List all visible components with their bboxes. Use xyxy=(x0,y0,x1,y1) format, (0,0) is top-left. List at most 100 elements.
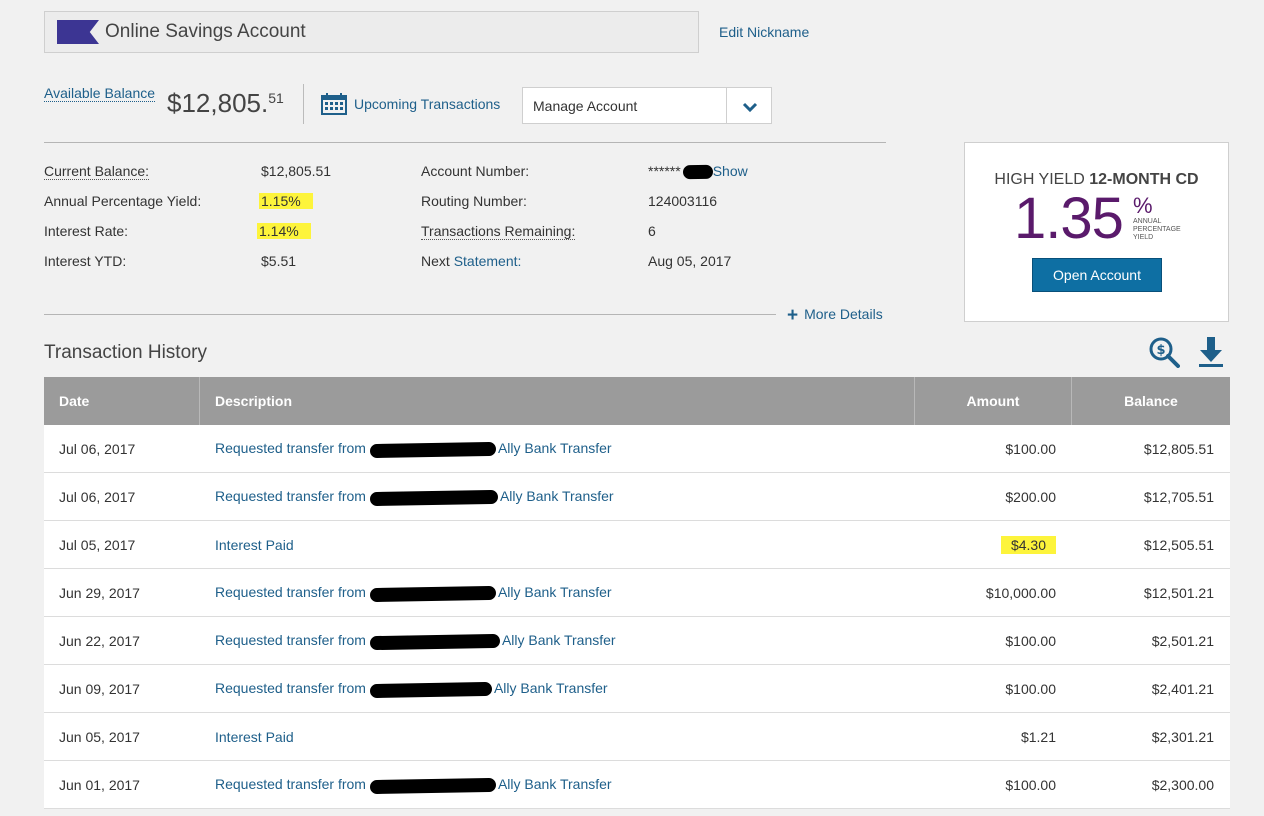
edit-nickname-link[interactable]: Edit Nickname xyxy=(719,24,809,40)
divider xyxy=(44,142,886,143)
column-description[interactable]: Description xyxy=(200,377,915,425)
available-balance-label[interactable]: Available Balance xyxy=(44,85,156,102)
table-row: Jun 05, 2017 Interest Paid $1.21 $2,301.… xyxy=(44,713,1230,761)
row-amount: $100.00 xyxy=(1005,632,1056,649)
promo-rate: 1.35 xyxy=(1014,186,1124,251)
chevron-down-icon xyxy=(742,102,758,113)
row-balance: $12,505.51 xyxy=(1143,536,1214,553)
row-description[interactable]: Requested transfer from Ally Bank Transfe… xyxy=(200,632,915,650)
routing-number-value: 124003116 xyxy=(648,193,718,209)
desc-part-a[interactable]: Requested transfer from xyxy=(215,680,366,696)
table-row: Jun 01, 2017 Requested transfer from Ally… xyxy=(44,761,1230,809)
transaction-history-title: Transaction History xyxy=(44,342,207,363)
desc-part-a[interactable]: Requested transfer from xyxy=(215,488,366,504)
row-balance: $2,501.21 xyxy=(1151,632,1214,649)
flag-icon xyxy=(57,20,99,44)
desc-part-b[interactable]: Ally Bank Transfer xyxy=(500,488,614,504)
account-number-masked: ****** xyxy=(648,163,681,179)
upcoming-transactions-link[interactable]: Upcoming Transactions xyxy=(354,96,500,112)
desc-part-a[interactable]: Interest Paid xyxy=(215,537,294,553)
apy-label: Annual Percentage Yield: xyxy=(44,193,202,209)
row-date: Jul 06, 2017 xyxy=(59,488,136,505)
statement-link[interactable]: Statement: xyxy=(454,253,522,269)
plus-icon: + xyxy=(787,305,799,326)
current-balance-label[interactable]: Current Balance: xyxy=(44,163,150,180)
redaction-mark xyxy=(369,489,499,506)
manage-account-toggle[interactable] xyxy=(726,88,772,123)
promo-apy-label: ANNUAL PERCENTAGE YIELD xyxy=(1133,218,1193,242)
desc-part-a[interactable]: Requested transfer from xyxy=(215,776,366,792)
column-date[interactable]: Date xyxy=(44,377,200,425)
account-nickname: Online Savings Account xyxy=(105,21,306,42)
search-dollar-icon[interactable]: $ xyxy=(1148,336,1180,368)
table-header: Date Description Amount Balance xyxy=(44,377,1230,425)
calendar-icon[interactable] xyxy=(321,93,347,115)
cd-promo-card: HIGH YIELD 12-MONTH CD 1.35 % ANNUAL PER… xyxy=(964,142,1229,322)
redaction-mark xyxy=(369,777,497,794)
row-description[interactable]: Requested transfer from Ally Bank Transfe… xyxy=(200,440,915,458)
transactions-remaining-label[interactable]: Transactions Remaining: xyxy=(421,223,576,240)
desc-part-a[interactable]: Interest Paid xyxy=(215,729,294,745)
promo-percent: % xyxy=(1133,193,1153,218)
row-description[interactable]: Requested transfer from Ally Bank Transfe… xyxy=(200,584,915,602)
open-account-button[interactable]: Open Account xyxy=(1032,258,1162,292)
current-balance-value: $12,805.51 xyxy=(261,163,332,179)
row-description[interactable]: Requested transfer from Ally Bank Transfe… xyxy=(200,488,915,506)
row-description[interactable]: Interest Paid xyxy=(200,729,915,745)
desc-part-a[interactable]: Requested transfer from xyxy=(215,584,366,600)
divider xyxy=(44,314,776,315)
promo-apy-line3: YIELD xyxy=(1133,234,1154,241)
table-row: Jun 29, 2017 Requested transfer from Ally… xyxy=(44,569,1230,617)
row-description[interactable]: Interest Paid xyxy=(200,537,915,553)
row-amount: $100.00 xyxy=(1005,680,1056,697)
table-row: Jun 09, 2017 Requested transfer from Ally… xyxy=(44,665,1230,713)
row-date: Jul 06, 2017 xyxy=(59,440,136,457)
row-date: Jun 05, 2017 xyxy=(59,728,140,745)
column-balance[interactable]: Balance xyxy=(1072,377,1230,425)
interest-rate-value: 1.14% xyxy=(257,223,311,239)
row-description[interactable]: Requested transfer from Ally Bank Transfe… xyxy=(200,680,915,698)
promo-apy-line1: ANNUAL xyxy=(1133,218,1162,225)
table-row: Jun 22, 2017 Requested transfer from Ally… xyxy=(44,617,1230,665)
routing-number-label: Routing Number: xyxy=(421,193,527,209)
desc-part-b[interactable]: Ally Bank Transfer xyxy=(498,440,612,456)
desc-part-b[interactable]: Ally Bank Transfer xyxy=(502,632,616,648)
next-statement-value: Aug 05, 2017 xyxy=(648,253,732,269)
row-date: Jun 29, 2017 xyxy=(59,584,140,601)
interest-ytd-label: Interest YTD: xyxy=(44,253,127,269)
divider xyxy=(303,84,304,124)
redaction-mark xyxy=(369,585,497,602)
svg-text:$: $ xyxy=(1156,343,1165,358)
download-icon[interactable] xyxy=(1198,336,1224,368)
redaction-mark xyxy=(369,681,493,698)
show-account-number-link[interactable]: Show xyxy=(713,163,748,179)
table-row: Jul 05, 2017 Interest Paid $4.30 $12,505… xyxy=(44,521,1230,569)
interest-rate-value-text: 1.14% xyxy=(257,223,311,239)
desc-part-b[interactable]: Ally Bank Transfer xyxy=(498,584,612,600)
row-description[interactable]: Requested transfer from Ally Bank Transfe… xyxy=(200,776,915,794)
apy-value: 1.15% xyxy=(259,193,313,209)
row-amount: $10,000.00 xyxy=(985,584,1056,601)
row-date: Jun 01, 2017 xyxy=(59,776,140,793)
desc-part-b[interactable]: Ally Bank Transfer xyxy=(498,776,612,792)
account-nickname-bar: Online Savings Account xyxy=(44,11,699,53)
row-balance: $2,401.21 xyxy=(1151,680,1214,697)
manage-account-dropdown[interactable]: Manage Account xyxy=(522,87,772,124)
redaction-mark xyxy=(369,441,497,458)
row-balance: $12,705.51 xyxy=(1143,488,1214,505)
more-details-link[interactable]: + More Details xyxy=(787,305,883,327)
desc-part-b[interactable]: Ally Bank Transfer xyxy=(494,680,608,696)
column-amount[interactable]: Amount xyxy=(915,377,1072,425)
table-row: Jul 06, 2017 Requested transfer from Ally… xyxy=(44,425,1230,473)
redaction-mark xyxy=(682,165,713,180)
row-balance: $12,805.51 xyxy=(1143,440,1214,457)
desc-part-a[interactable]: Requested transfer from xyxy=(215,440,366,456)
apy-value-text: 1.15% xyxy=(259,193,313,209)
interest-ytd-value: $5.51 xyxy=(261,253,297,269)
account-number-value: ****** Show xyxy=(648,163,748,180)
available-balance-amount: $12,805.51 xyxy=(167,88,284,119)
row-date: Jul 05, 2017 xyxy=(59,536,136,553)
row-date: Jun 09, 2017 xyxy=(59,680,140,697)
desc-part-a[interactable]: Requested transfer from xyxy=(215,632,366,648)
row-amount: $200.00 xyxy=(1005,488,1056,505)
